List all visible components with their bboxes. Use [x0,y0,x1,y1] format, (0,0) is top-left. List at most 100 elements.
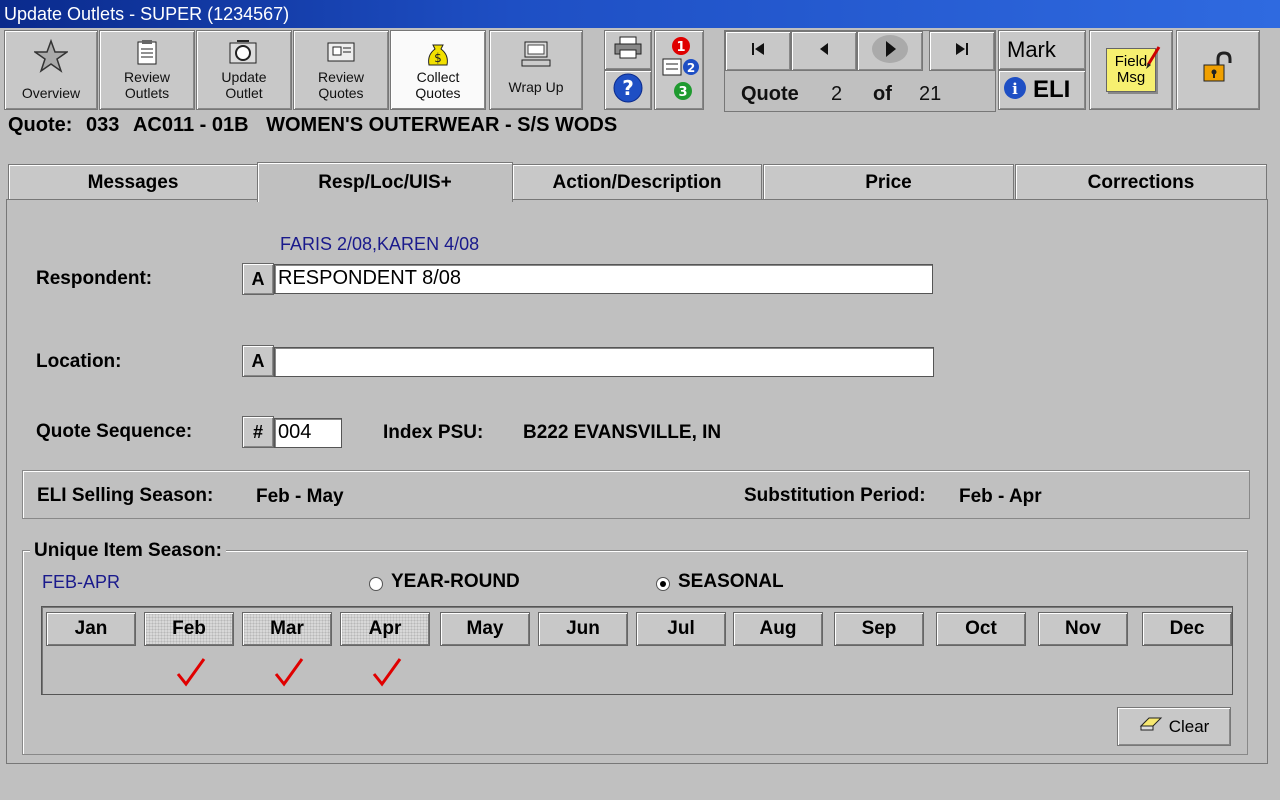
feb-check-icon [176,656,206,693]
tab-messages[interactable]: Messages [8,164,258,200]
help-icon: ? [612,72,644,109]
svg-text:2: 2 [687,61,695,75]
mark-button[interactable]: Mark [998,30,1086,70]
clipboard-icon [133,39,161,70]
year-round-radio[interactable] [369,577,383,591]
first-quote-button[interactable] [725,31,791,71]
sequence-button[interactable]: # [242,416,274,448]
collect-quotes-button[interactable]: $ Collect Quotes [390,30,486,110]
collect-quotes-label: Collect Quotes [415,69,461,101]
respondent-lookup-button[interactable]: A [242,263,274,295]
month-aug[interactable]: Aug [733,612,823,646]
star-icon [32,38,70,76]
month-dec[interactable]: Dec [1142,612,1232,646]
next-quote-button[interactable] [857,31,923,71]
quote-counter-current: 2 [831,83,843,105]
quote-navigator: Quote 2 of 21 [724,30,996,112]
index-psu-value: B222 EVANSVILLE, IN [523,422,722,443]
eraser-icon [1139,716,1163,737]
eli-selling-season-label: ELI Selling Season: [37,485,214,506]
review-outlets-label: Review Outlets [124,69,170,101]
month-jul[interactable]: Jul [636,612,726,646]
printer-icon [613,36,643,65]
quote-code: AC011 - 01B [132,114,249,136]
clear-label: Clear [1168,716,1210,736]
month-feb[interactable]: Feb [144,612,234,646]
tab-resp-loc-uis[interactable]: Resp/Loc/UIS+ [257,162,513,202]
overview-label: Overview [21,85,81,101]
money-bag-icon: $ [423,39,453,72]
last-quote-button[interactable] [929,31,995,71]
svg-text:i: i [1012,80,1018,98]
substitution-period-label: Substitution Period: [744,485,926,506]
month-apr[interactable]: Apr [340,612,430,646]
eli-label: ELI [1033,76,1071,103]
clear-button[interactable]: Clear [1117,707,1231,746]
location-lookup-button[interactable]: A [242,345,274,377]
unlock-icon [1200,50,1236,90]
review-outlets-button[interactable]: Review Outlets [99,30,195,110]
month-sep[interactable]: Sep [834,612,924,646]
priority-icon: 123 [657,33,701,108]
first-icon [750,41,766,62]
svg-text:1: 1 [676,40,685,55]
print-button[interactable] [604,30,652,70]
overview-button[interactable]: Overview [4,30,98,110]
month-mar[interactable]: Mar [242,612,332,646]
help-button[interactable]: ? [604,70,652,110]
last-icon [954,41,970,62]
quote-counter-total: 21 [919,83,942,105]
month-jan[interactable]: Jan [46,612,136,646]
quote-header: Quote: 033 AC011 - 01B WOMEN'S OUTERWEAR… [8,114,617,137]
tab-action-description[interactable]: Action/Description [512,164,762,200]
month-nov[interactable]: Nov [1038,612,1128,646]
quote-number: 033 [86,114,120,136]
unique-item-season-range: FEB-APR [42,572,121,592]
quote-sequence-field[interactable]: 004 [274,418,342,448]
field-message-button[interactable]: Field Msg [1089,30,1173,110]
location-field[interactable] [274,347,934,377]
seasonal-radio[interactable] [656,577,670,591]
quote-description: WOMEN'S OUTERWEAR - S/S WODS [266,114,618,136]
next-icon [870,33,910,70]
wrap-up-label: Wrap Up [508,79,564,95]
review-quotes-label: Review Quotes [318,69,364,101]
computer-icon [520,39,552,72]
mar-check-icon [274,656,304,693]
previous-icon [817,41,831,62]
substitution-period-value: Feb - Apr [959,486,1042,507]
previous-quote-button[interactable] [791,31,857,71]
lock-button[interactable] [1176,30,1260,110]
quote-header-label: Quote: [8,114,73,136]
respondent-field[interactable]: RESPONDENT 8/08 [274,264,933,294]
quote-counter-of: of [873,83,892,105]
wrap-up-button[interactable]: Wrap Up [489,30,583,110]
review-quotes-button[interactable]: Review Quotes [293,30,389,110]
update-outlet-icon [227,39,261,72]
info-icon: i [1003,76,1027,105]
svg-text:?: ? [622,76,634,100]
svg-text:$: $ [434,51,442,65]
month-may[interactable]: May [440,612,530,646]
quote-sequence-label: Quote Sequence: [36,421,193,442]
unique-item-season-label: Unique Item Season: [30,540,226,562]
tab-corrections[interactable]: Corrections [1015,164,1267,200]
mark-label: Mark [1007,37,1056,62]
year-round-label: YEAR-ROUND [391,571,520,592]
index-psu-label: Index PSU: [383,422,484,443]
update-outlet-button[interactable]: Update Outlet [196,30,292,110]
sticky-note-icon: Field Msg [1106,46,1161,92]
eli-button[interactable]: i ELI [998,70,1086,110]
priority-button[interactable]: 123 [654,30,704,110]
update-outlet-label: Update Outlet [221,69,267,101]
apr-check-icon [372,656,402,693]
month-oct[interactable]: Oct [936,612,1026,646]
month-jun[interactable]: Jun [538,612,628,646]
seasonal-label: SEASONAL [678,571,784,592]
respondent-history-note: FARIS 2/08,KAREN 4/08 [280,234,480,254]
quote-counter-label: Quote [741,83,799,105]
eli-selling-season-value: Feb - May [256,486,344,507]
respondent-label: Respondent: [36,268,153,289]
svg-text:3: 3 [678,85,687,100]
tab-price[interactable]: Price [763,164,1014,200]
